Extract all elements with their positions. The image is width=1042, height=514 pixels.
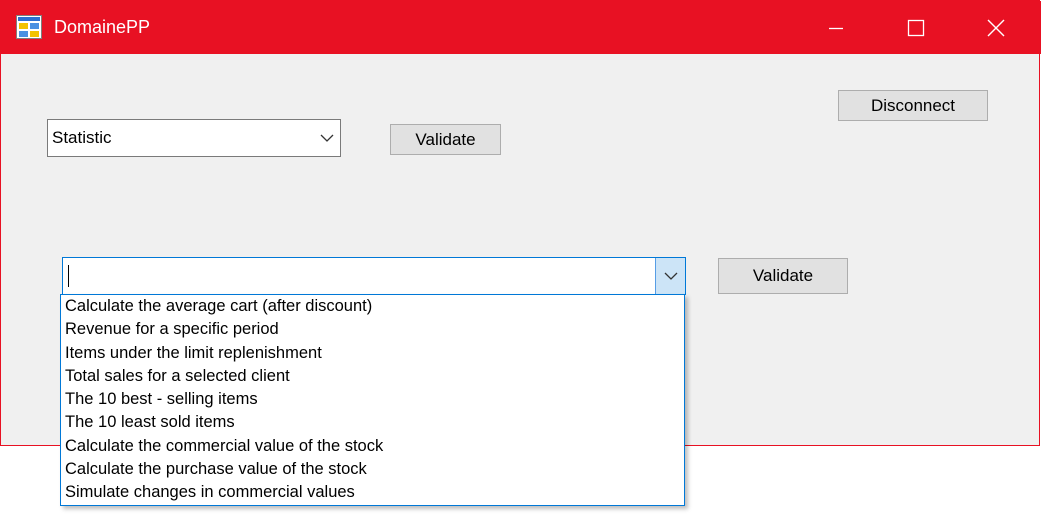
dropdown-option[interactable]: Calculate the purchase value of the stoc… xyxy=(61,458,684,481)
chevron-down-icon xyxy=(664,272,677,280)
maximize-icon xyxy=(907,19,925,36)
dropdown-option[interactable]: Calculate the commercial value of the st… xyxy=(61,435,684,458)
dropdown-option[interactable]: Total sales for a selected client xyxy=(61,365,684,388)
window-title: DomainePP xyxy=(54,17,151,37)
statistic-dropdown-button[interactable] xyxy=(655,258,685,294)
category-select-value: Statistic xyxy=(52,128,112,147)
title-bar[interactable]: DomainePP xyxy=(1,1,1041,54)
dropdown-option[interactable]: Calculate the average cart (after discou… xyxy=(61,295,684,318)
dropdown-option[interactable]: Revenue for a specific period xyxy=(61,318,684,341)
dropdown-option[interactable]: The 10 best - selling items xyxy=(61,388,684,411)
dropdown-option[interactable]: Items under the limit replenishment xyxy=(61,342,684,365)
dropdown-option[interactable]: Simulate changes in commercial values xyxy=(61,481,684,504)
dropdown-option[interactable]: The 10 least sold items xyxy=(61,411,684,434)
minimize-icon xyxy=(829,27,843,29)
statistic-select[interactable] xyxy=(62,257,686,295)
validate-category-button[interactable]: Validate xyxy=(390,124,501,155)
close-button[interactable] xyxy=(956,1,1036,54)
validate-statistic-button[interactable]: Validate xyxy=(718,258,848,294)
chevron-down-icon xyxy=(320,120,334,156)
text-caret xyxy=(68,265,69,287)
category-select[interactable]: Statistic xyxy=(47,119,341,157)
statistic-dropdown-list: Calculate the average cart (after discou… xyxy=(60,294,685,506)
app-icon xyxy=(16,15,42,39)
maximize-button[interactable] xyxy=(876,1,956,54)
minimize-button[interactable] xyxy=(796,1,876,54)
disconnect-button[interactable]: Disconnect xyxy=(838,90,988,121)
close-icon xyxy=(987,19,1005,36)
